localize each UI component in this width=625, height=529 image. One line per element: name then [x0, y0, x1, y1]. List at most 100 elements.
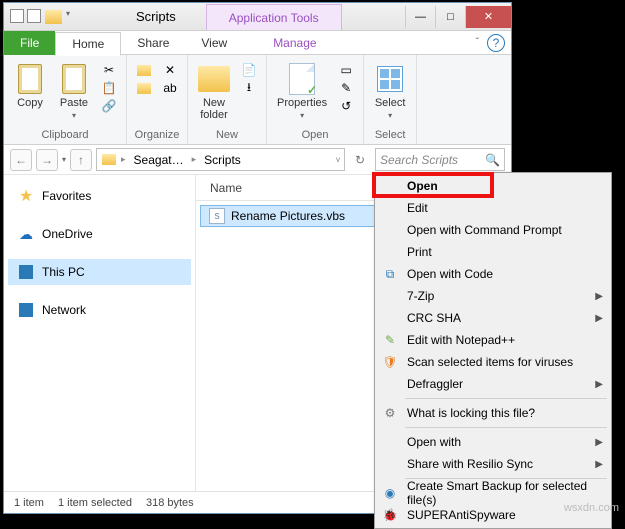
ctx-print[interactable]: Print	[377, 241, 609, 263]
close-button[interactable]: ✕	[465, 6, 511, 28]
backup-icon: ◉	[381, 484, 399, 502]
copy-to-button[interactable]	[134, 80, 154, 96]
qat-btn-2[interactable]	[27, 9, 41, 23]
network-icon	[18, 302, 34, 318]
submenu-arrow-icon: ▶	[595, 313, 603, 324]
submenu-arrow-icon: ▶	[595, 437, 603, 448]
title-bar: ▾ Scripts Application Tools — □ ✕	[4, 3, 511, 31]
ctx-open-with[interactable]: Open with ▶	[377, 431, 609, 453]
ctx-edit[interactable]: Edit	[377, 197, 609, 219]
new-folder-label: New folder	[200, 97, 228, 121]
context-menu: Open Edit Open with Command Prompt Print…	[374, 172, 612, 529]
back-button[interactable]: ←	[10, 149, 32, 171]
ctx-npp[interactable]: ✎ Edit with Notepad++	[377, 329, 609, 351]
new-item-button[interactable]: 📄	[239, 62, 259, 78]
history-button[interactable]: ↺	[336, 98, 356, 114]
new-folder-button[interactable]: New folder	[194, 61, 234, 123]
ctx-7zip[interactable]: 7-Zip ▶	[377, 285, 609, 307]
paste-icon	[62, 64, 86, 94]
breadcrumb-dropdown-icon[interactable]: v	[336, 155, 340, 164]
ribbon-collapse-icon[interactable]: ˇ	[476, 37, 479, 48]
recent-dropdown-icon[interactable]: ▾	[62, 155, 66, 164]
ribbon-tab-strip: File Home Share View Manage ˇ ?	[4, 31, 511, 55]
properties-button[interactable]: Properties ▾	[273, 61, 331, 122]
breadcrumb-seg-2[interactable]: Scripts	[200, 153, 245, 167]
bug-icon: 🐞	[381, 506, 399, 524]
tab-share[interactable]: Share	[121, 31, 185, 55]
submenu-arrow-icon: ▶	[595, 379, 603, 390]
ctx-cmd[interactable]: Open with Command Prompt	[377, 219, 609, 241]
sidebar-item-label: This PC	[42, 265, 85, 279]
breadcrumb-seg-1[interactable]: Seagat…	[130, 153, 188, 167]
paste-button[interactable]: Paste ▾	[54, 61, 94, 122]
minimize-button[interactable]: —	[405, 6, 435, 28]
select-label: Select	[375, 97, 406, 109]
new-folder-icon	[198, 66, 230, 92]
properties-icon	[289, 63, 315, 95]
gear-icon: ⚙	[381, 404, 399, 422]
window-title: Scripts	[136, 9, 176, 24]
shield-icon: 🛡	[381, 353, 399, 371]
breadcrumb[interactable]: ▸ Seagat… ▸ Scripts v	[96, 148, 345, 171]
search-icon: 🔍	[485, 153, 500, 167]
tab-view[interactable]: View	[185, 31, 243, 55]
cloud-icon: ☁	[18, 226, 34, 242]
sidebar-item-network[interactable]: Network	[8, 297, 191, 323]
star-icon: ★	[18, 188, 34, 204]
copy-button[interactable]: Copy	[10, 61, 50, 111]
sidebar-item-label: Favorites	[42, 189, 91, 203]
properties-label: Properties	[277, 97, 327, 109]
new-group-label: New	[216, 128, 238, 142]
ctx-resilio[interactable]: Share with Resilio Sync ▶	[377, 453, 609, 475]
sidebar-item-label: Network	[42, 303, 86, 317]
paste-shortcut-button[interactable]: 🔗	[99, 98, 119, 114]
tab-home[interactable]: Home	[55, 32, 121, 56]
ctx-defrag[interactable]: Defraggler ▶	[377, 373, 609, 395]
sidebar-item-this-pc[interactable]: This PC	[8, 259, 191, 285]
copy-path-button[interactable]: 📋	[99, 80, 119, 96]
delete-button[interactable]: ✕	[160, 62, 180, 78]
search-input[interactable]: Search Scripts 🔍	[375, 148, 505, 171]
ctx-code[interactable]: ⧉ Open with Code	[377, 263, 609, 285]
copy-label: Copy	[17, 97, 43, 109]
ctx-scan[interactable]: 🛡 Scan selected items for viruses	[377, 351, 609, 373]
select-icon	[377, 66, 403, 92]
notepad-icon: ✎	[381, 331, 399, 349]
ribbon: Copy Paste ▾ ✂ 📋 🔗 Clipboard	[4, 55, 511, 145]
sidebar-item-onedrive[interactable]: ☁ OneDrive	[8, 221, 191, 247]
up-button[interactable]: ↑	[70, 149, 92, 171]
organize-group-label: Organize	[135, 128, 180, 142]
edit-button[interactable]: ✎	[336, 80, 356, 96]
open-button[interactable]: ▭	[336, 62, 356, 78]
folder-icon	[45, 10, 62, 24]
ctx-open[interactable]: Open	[377, 175, 609, 197]
copy-icon	[18, 64, 42, 94]
ctx-crc[interactable]: CRC SHA ▶	[377, 307, 609, 329]
sidebar-item-label: OneDrive	[42, 227, 93, 241]
move-to-button[interactable]	[134, 62, 154, 78]
vscode-icon: ⧉	[381, 265, 399, 283]
rename-button[interactable]: ab	[160, 80, 180, 96]
contextual-tab-label: Application Tools	[206, 4, 342, 30]
ctx-backup[interactable]: ◉ Create Smart Backup for selected file(…	[377, 482, 609, 504]
qat-dropdown-icon[interactable]: ▾	[66, 9, 70, 25]
select-button[interactable]: Select ▾	[370, 61, 410, 122]
status-selected: 1 item selected	[58, 497, 132, 509]
refresh-button[interactable]: ↻	[349, 149, 371, 171]
menu-separator	[405, 427, 607, 428]
select-group-label: Select	[375, 128, 406, 142]
cut-button[interactable]: ✂	[99, 62, 119, 78]
qat-btn-1[interactable]	[10, 9, 24, 23]
tab-file[interactable]: File	[4, 31, 55, 55]
watermark: wsxdn.com	[564, 502, 619, 514]
sidebar-item-favorites[interactable]: ★ Favorites	[8, 183, 191, 209]
breadcrumb-folder-icon	[102, 154, 116, 165]
help-icon[interactable]: ?	[487, 34, 505, 52]
forward-button[interactable]: →	[36, 149, 58, 171]
ctx-locking[interactable]: ⚙ What is locking this file?	[377, 402, 609, 424]
maximize-button[interactable]: □	[435, 6, 465, 28]
tab-manage[interactable]: Manage	[257, 31, 332, 55]
submenu-arrow-icon: ▶	[595, 459, 603, 470]
easy-access-button[interactable]: ⭳	[239, 80, 259, 96]
script-file-icon	[209, 208, 225, 224]
